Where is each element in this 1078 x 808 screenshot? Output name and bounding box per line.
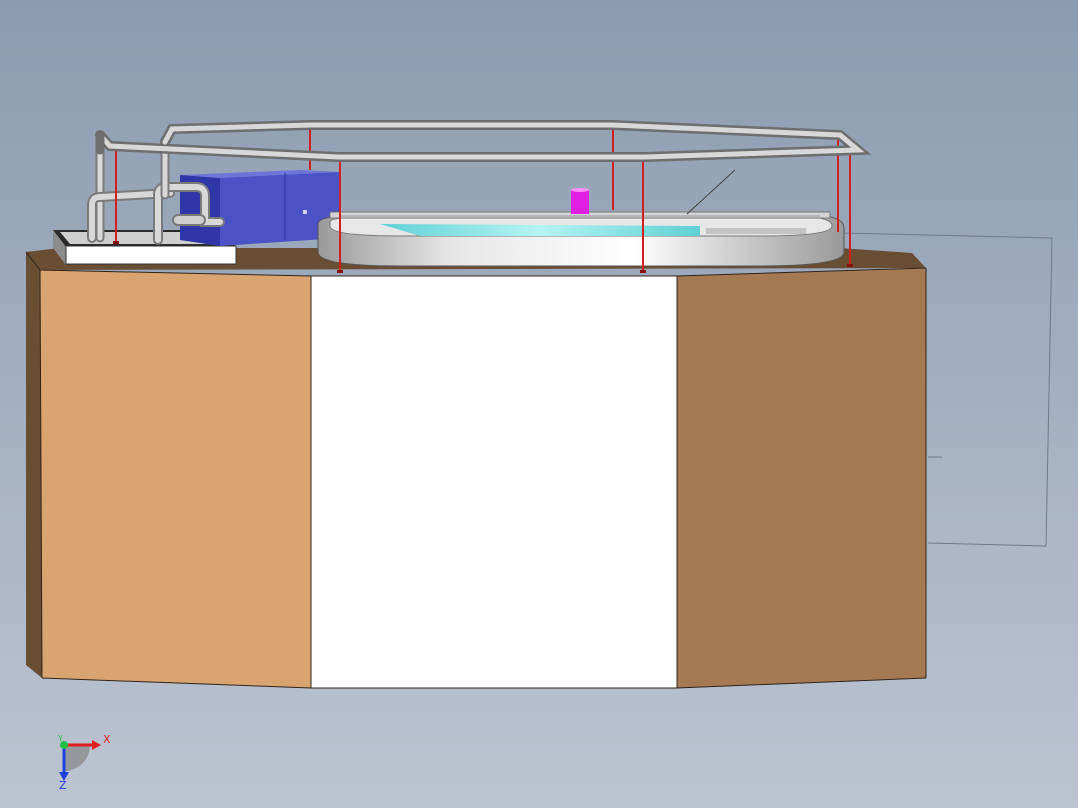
cad-model-view[interactable] xyxy=(0,0,1078,808)
axis-y-label: Y xyxy=(58,734,63,743)
wall-right xyxy=(677,268,926,688)
wall-left xyxy=(40,270,311,688)
wall-left-edge xyxy=(26,252,42,678)
3d-viewport[interactable]: X Y Z xyxy=(0,0,1078,808)
view-orientation-triad-icon[interactable] xyxy=(59,740,101,781)
clarifier-tank xyxy=(317,169,845,267)
axis-z-label: Z xyxy=(59,779,67,792)
wall-opening xyxy=(311,276,677,688)
railing-pipes xyxy=(95,120,872,162)
axis-x-label: X xyxy=(103,733,111,746)
drive-marker xyxy=(571,188,589,214)
